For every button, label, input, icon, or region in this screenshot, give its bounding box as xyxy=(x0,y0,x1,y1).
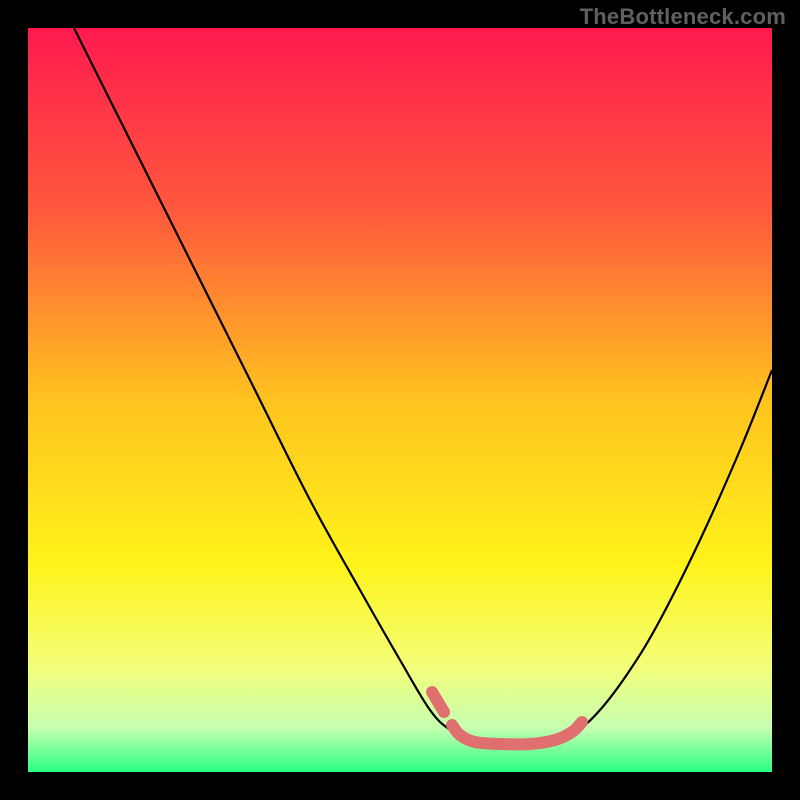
bottleneck-chart xyxy=(0,0,800,800)
chart-stage: TheBottleneck.com xyxy=(0,0,800,800)
